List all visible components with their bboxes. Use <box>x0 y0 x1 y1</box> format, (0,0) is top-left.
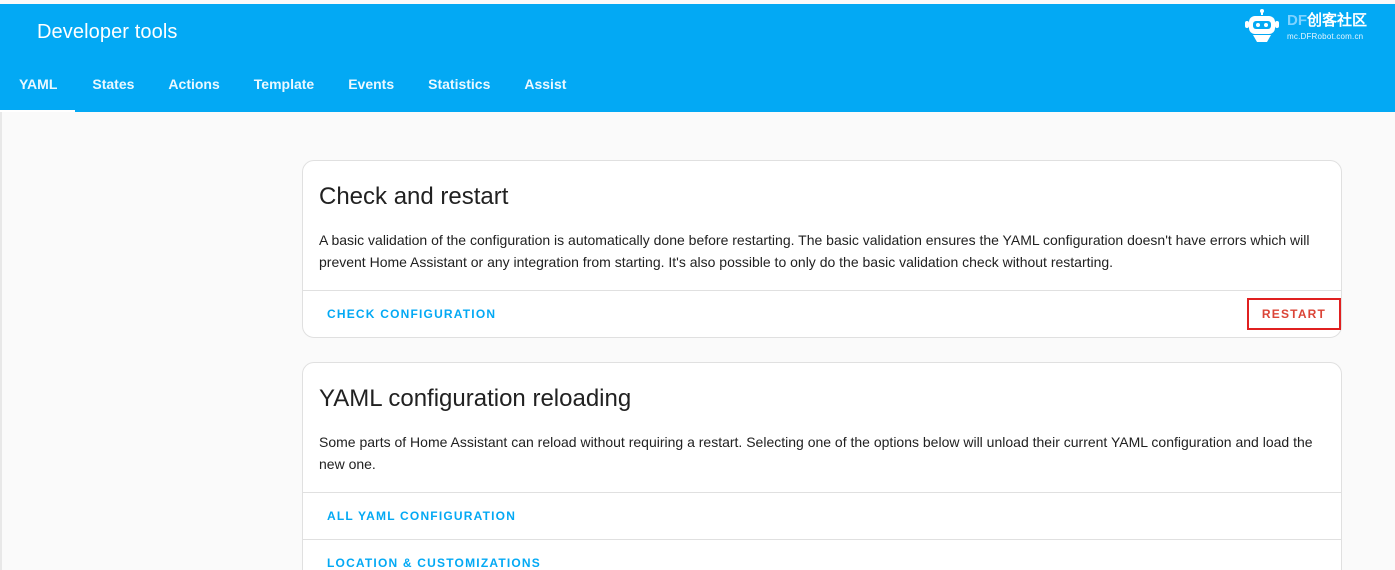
tab-assist[interactable]: Assist <box>507 66 583 112</box>
tab-events[interactable]: Events <box>331 66 411 112</box>
tab-template[interactable]: Template <box>237 66 331 112</box>
left-divider <box>0 112 2 570</box>
reload-all-yaml-button[interactable]: ALL YAML CONFIGURATION <box>327 509 516 523</box>
logo-url: mc.DFRobot.com.cn <box>1287 32 1364 41</box>
tab-states[interactable]: States <box>75 66 151 112</box>
card-divider <box>303 539 1341 540</box>
check-restart-card: Check and restart A basic validation of … <box>302 160 1342 338</box>
reload-location-customizations-button[interactable]: LOCATION & CUSTOMIZATIONS <box>327 556 541 570</box>
check-restart-title: Check and restart <box>319 183 509 210</box>
tab-actions[interactable]: Actions <box>151 66 236 112</box>
restart-button[interactable]: RESTART <box>1247 298 1341 330</box>
robot-logo-icon <box>1243 8 1281 46</box>
yaml-reload-title: YAML configuration reloading <box>319 385 632 412</box>
logo-prefix: DF <box>1287 12 1307 29</box>
yaml-reload-card: YAML configuration reloading Some parts … <box>302 362 1342 570</box>
check-restart-description: A basic validation of the configuration … <box>319 232 1310 270</box>
yaml-reload-description: Some parts of Home Assistant can reload … <box>319 434 1313 472</box>
app-header: Developer tools DF创客社区 mc.DFRobot.com.cn… <box>0 4 1395 112</box>
check-configuration-button[interactable]: CHECK CONFIGURATION <box>327 307 496 321</box>
tab-yaml[interactable]: YAML <box>0 66 76 112</box>
card-divider <box>303 290 1341 291</box>
page-title: Developer tools <box>37 21 178 43</box>
tab-bar: YAML States Actions Template Events Stat… <box>0 66 583 112</box>
dfrobot-logo: DF创客社区 mc.DFRobot.com.cn <box>1243 8 1367 46</box>
tab-statistics[interactable]: Statistics <box>411 66 507 112</box>
logo-main-text: 创客社区 <box>1307 12 1368 29</box>
card-divider <box>303 492 1341 493</box>
